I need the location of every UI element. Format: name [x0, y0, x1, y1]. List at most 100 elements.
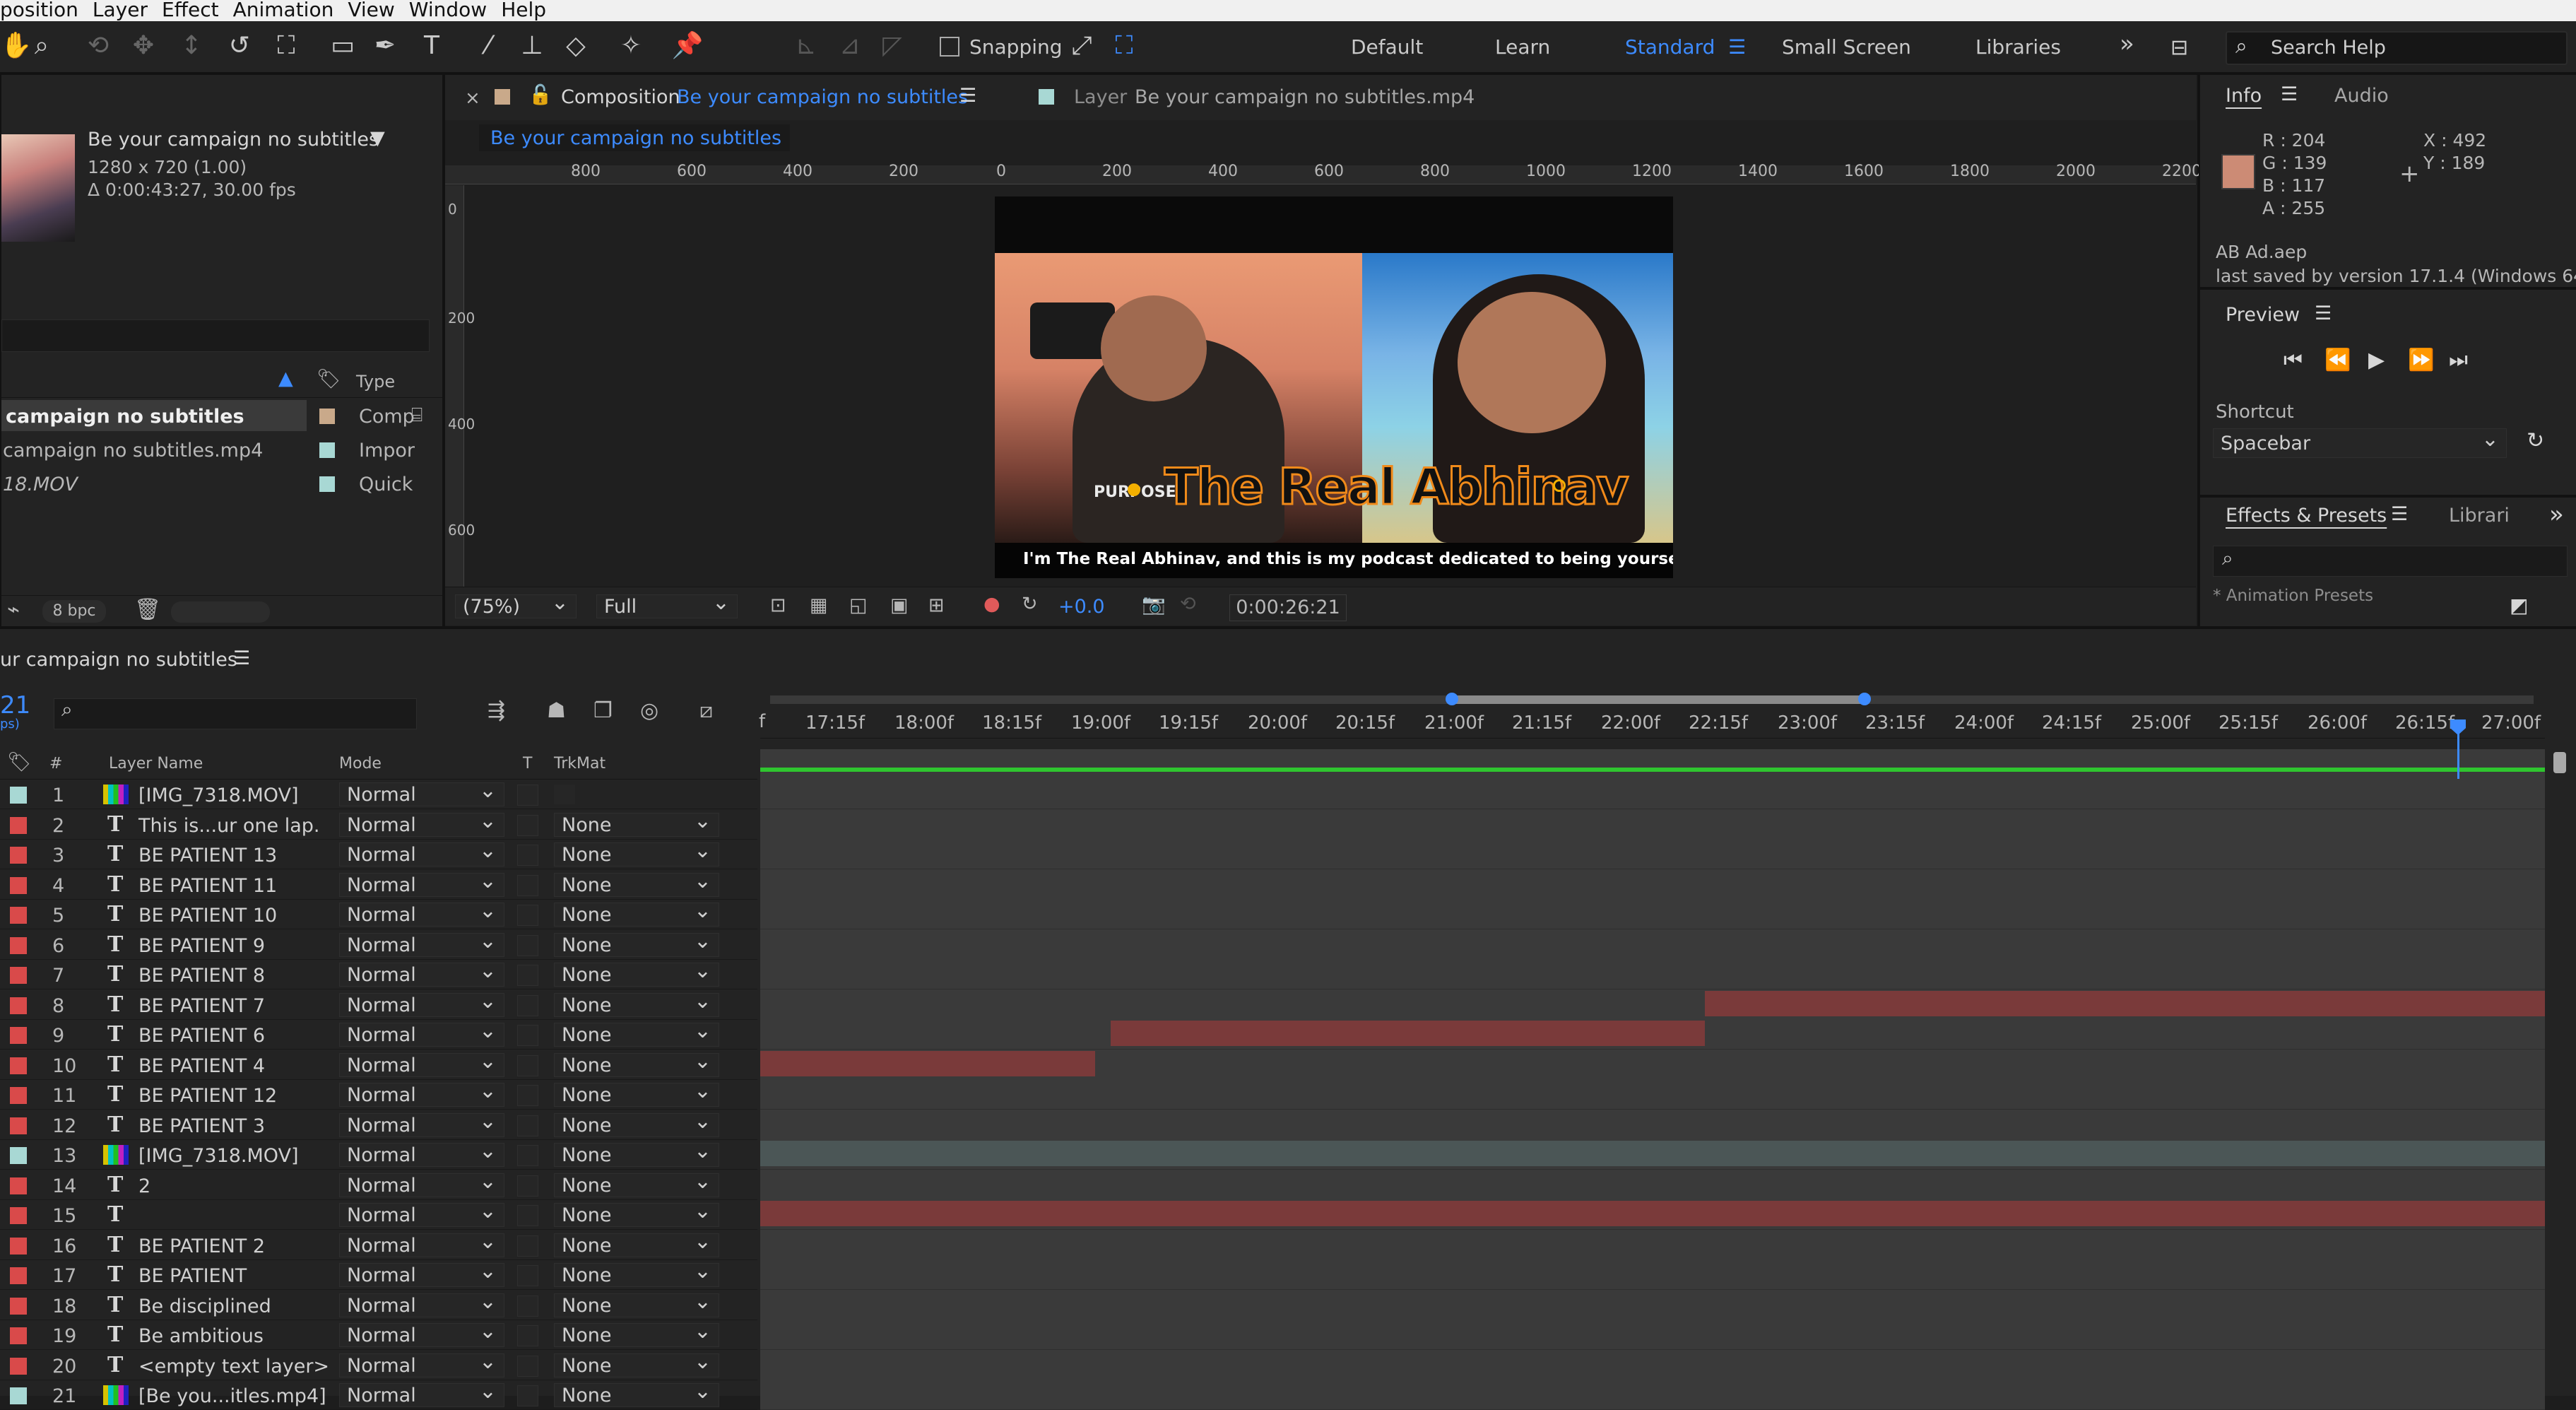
preserve-transparency-toggle[interactable] — [517, 1054, 538, 1076]
dolly-tool-icon[interactable]: ↕ — [175, 30, 208, 62]
grid-guides-icon[interactable]: ⊞ — [928, 594, 945, 616]
layer-label-swatch[interactable] — [10, 876, 27, 894]
workspace-small-screen[interactable]: Small Screen — [1782, 35, 1911, 59]
track-matte-dropdown[interactable]: None — [554, 869, 719, 897]
next-frame-icon[interactable]: ⏩ — [2408, 348, 2434, 372]
eraser-tool-icon[interactable]: ◇ — [560, 30, 592, 62]
layer-name[interactable]: BE PATIENT 7 — [138, 995, 265, 1017]
track-matte-dropdown[interactable]: None — [554, 1019, 719, 1047]
layer-mode-dropdown[interactable]: Normal — [339, 1290, 504, 1317]
timeline-scroll-thumb[interactable] — [2553, 752, 2566, 773]
track-matte-dropdown[interactable]: None — [554, 1050, 719, 1077]
layer-mode-dropdown[interactable]: Normal — [339, 869, 504, 897]
column-header-trkmat[interactable]: TrkMat — [554, 755, 605, 772]
layer-mode-dropdown[interactable]: Normal — [339, 1320, 504, 1347]
layer-row[interactable]: 6 T BE PATIENT 9 Normal None — [0, 929, 757, 960]
layer-label-swatch[interactable] — [10, 816, 27, 834]
lock-icon[interactable]: 🔓 — [528, 83, 553, 106]
brush-tool-icon[interactable]: ⁄ — [472, 30, 504, 62]
layer-mode-dropdown[interactable]: Normal — [339, 1139, 504, 1167]
layer-row[interactable]: 8 T BE PATIENT 7 Normal None — [0, 989, 757, 1020]
preserve-transparency-toggle[interactable] — [517, 1265, 538, 1286]
layer-row[interactable]: 15 T Normal None — [0, 1199, 757, 1230]
composition-tab-menu-icon[interactable]: ☰ — [959, 85, 976, 107]
layer-label-swatch[interactable] — [10, 1207, 27, 1224]
layer-duration-bar[interactable] — [760, 1050, 1095, 1076]
local-axis-icon[interactable]: ⊾ — [790, 30, 822, 62]
label-column-icon[interactable]: 🏷 — [7, 751, 31, 773]
layer-label-swatch[interactable] — [10, 1027, 27, 1044]
track-row[interactable] — [760, 779, 2545, 809]
layer-label-swatch[interactable] — [10, 1267, 27, 1284]
track-matte-dropdown[interactable]: None — [554, 1139, 719, 1167]
region-of-interest-icon[interactable]: ▣ — [890, 594, 909, 616]
track-matte-dropdown[interactable]: None — [554, 1320, 719, 1347]
reset-shortcut-icon[interactable]: ↻ — [2527, 428, 2544, 453]
layer-duration-bar[interactable] — [760, 1201, 2545, 1226]
timeline-current-frame[interactable]: 21 — [0, 691, 30, 719]
label-color-swatch[interactable] — [319, 476, 335, 492]
track-matte-dropdown[interactable]: None — [554, 1290, 719, 1317]
layer-row[interactable]: 1 [IMG_7318.MOV] Normal — [0, 779, 757, 809]
track-matte-dropdown[interactable]: None — [554, 809, 719, 837]
layer-name[interactable]: [Be you...itles.mp4] — [138, 1385, 326, 1407]
layer-label-swatch[interactable] — [10, 787, 27, 804]
layer-name[interactable]: Be ambitious — [138, 1325, 264, 1347]
layer-label-swatch[interactable] — [10, 1357, 27, 1375]
layer-name[interactable]: BE PATIENT 13 — [138, 845, 277, 866]
fast-previews-icon[interactable]: ⊡ — [770, 594, 786, 616]
timeline-menu-icon[interactable]: ☰ — [233, 647, 250, 669]
layer-label-swatch[interactable] — [10, 1147, 27, 1164]
track-matte-dropdown[interactable]: None — [554, 1380, 719, 1407]
resolution-dropdown[interactable]: Full — [596, 591, 738, 618]
layer-row[interactable]: 19 T Be ambitious Normal None — [0, 1320, 757, 1350]
track-matte-dropdown[interactable]: None — [554, 839, 719, 866]
layer-row[interactable]: 2 T This is...ur one lap. Normal None — [0, 809, 757, 840]
tab-libraries[interactable]: Librari — [2449, 505, 2510, 527]
layer-name[interactable]: This is...ur one lap. — [138, 815, 319, 837]
track-row[interactable] — [760, 959, 2545, 989]
track-row[interactable] — [760, 929, 2545, 960]
trash-icon[interactable]: 🗑 — [134, 597, 161, 622]
label-column-icon[interactable]: 🏷 — [317, 368, 341, 390]
track-row[interactable] — [760, 899, 2545, 929]
layer-mode-dropdown[interactable]: Normal — [339, 989, 504, 1017]
track-row[interactable] — [760, 1019, 2545, 1050]
rotate-tool-icon[interactable]: ↺ — [223, 30, 256, 62]
layer-mode-dropdown[interactable]: Normal — [339, 899, 504, 927]
track-matte-dropdown[interactable]: None — [554, 1170, 719, 1197]
animation-presets-row[interactable]: * Animation Presets — [2213, 587, 2373, 605]
more-workspaces-chevron-icon[interactable]: » — [2120, 30, 2134, 58]
layer-mode-dropdown[interactable]: Normal — [339, 809, 504, 837]
layer-name[interactable]: BE PATIENT 11 — [138, 875, 277, 897]
layer-name[interactable]: BE PATIENT 12 — [138, 1085, 277, 1107]
preserve-transparency-toggle[interactable] — [517, 1115, 538, 1136]
project-list-item[interactable]: campaign no subtitles Comp ⌸ — [1, 400, 442, 431]
track-row[interactable] — [760, 1049, 2545, 1080]
comp-breadcrumb[interactable]: Be your campaign no subtitles — [479, 124, 790, 151]
composition-tab-prefix[interactable]: Composition — [561, 86, 680, 108]
workspace-menu-icon[interactable]: ☰ — [1728, 35, 1746, 59]
workspace-learn[interactable]: Learn — [1495, 35, 1550, 59]
layer-mode-dropdown[interactable]: Normal — [339, 929, 504, 957]
track-matte-dropdown[interactable]: None — [554, 1110, 719, 1137]
sort-ascending-icon[interactable]: ▲ — [278, 368, 293, 389]
layer-label-swatch[interactable] — [10, 1177, 27, 1194]
track-row[interactable] — [760, 1229, 2545, 1260]
motion-blur-icon[interactable]: ◎ — [640, 698, 658, 723]
track-row[interactable] — [760, 809, 2545, 840]
layer-name[interactable]: BE PATIENT 3 — [138, 1115, 265, 1137]
snapping-checkbox[interactable] — [940, 37, 959, 57]
more-panels-chevron-icon[interactable]: » — [2549, 500, 2564, 529]
preview-menu-icon[interactable]: ☰ — [2315, 302, 2332, 324]
layer-row[interactable]: 21 [Be you...itles.mp4] Normal None — [0, 1380, 757, 1410]
track-matte-dropdown[interactable]: None — [554, 1199, 719, 1227]
menu-window[interactable]: Window — [409, 0, 487, 21]
snapshot-camera-icon[interactable]: 📷 — [1142, 593, 1166, 616]
layer-row[interactable]: 17 T BE PATIENT Normal None — [0, 1259, 757, 1290]
show-channel-icon[interactable]: ● — [983, 593, 1000, 615]
layer-duration-bar[interactable] — [760, 1141, 2545, 1166]
track-row[interactable] — [760, 1079, 2545, 1110]
layer-mode-dropdown[interactable]: Normal — [339, 1170, 504, 1197]
preserve-transparency-toggle[interactable] — [517, 1205, 538, 1226]
